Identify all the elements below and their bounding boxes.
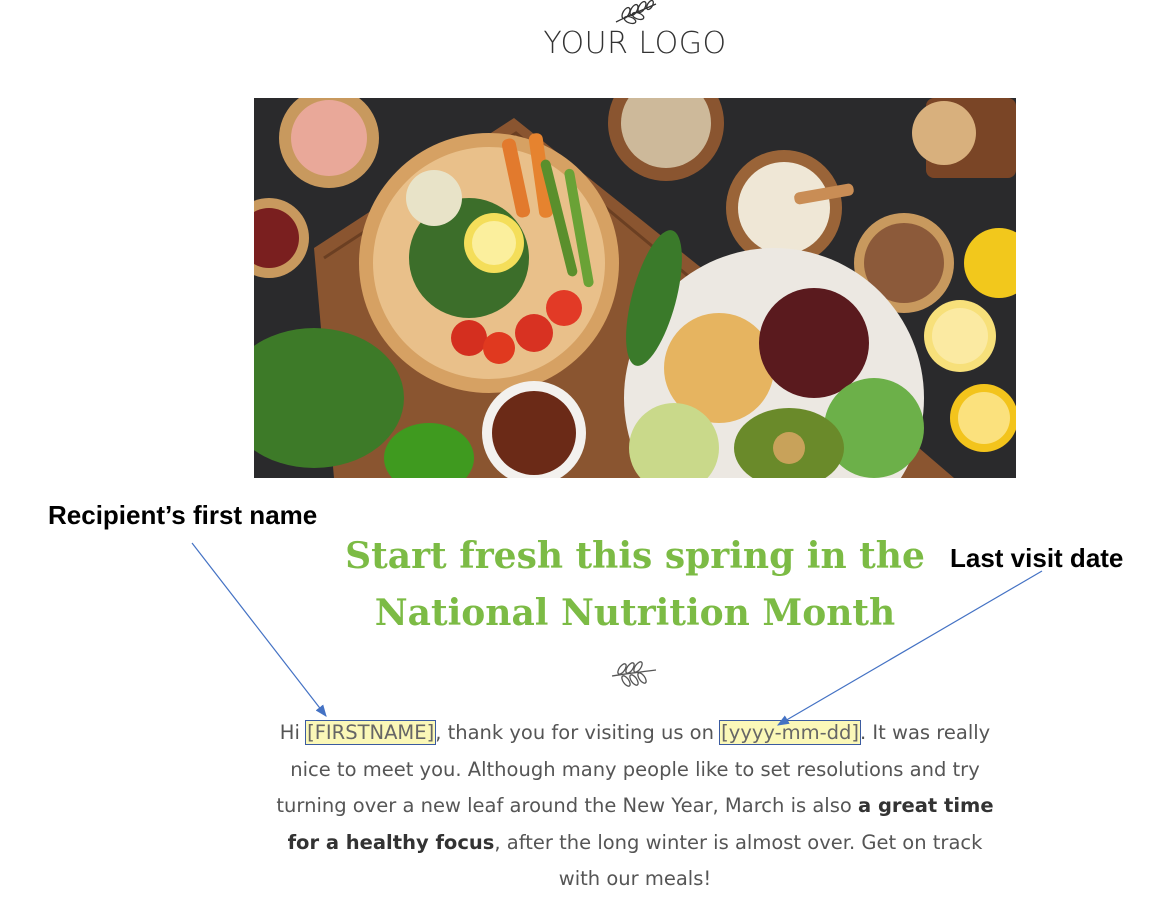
- headline: Start fresh this spring in the National …: [330, 528, 940, 642]
- leaf-branch-icon: [615, 0, 657, 25]
- leaf-branch-icon: [611, 661, 657, 687]
- food-bowls-image: [254, 98, 1016, 478]
- body-text-segment: , after the long winter is almost over. …: [494, 830, 983, 891]
- logo-text: YOUR LOGO: [543, 26, 727, 61]
- headline-line-1: Start fresh this spring in the: [345, 535, 925, 577]
- body-text-segment: , thank you for visiting us on: [435, 721, 714, 744]
- headline-line-2: National Nutrition Month: [374, 592, 896, 634]
- body-paragraph: Hi [FIRSTNAME], thank you for visiting u…: [270, 715, 1000, 898]
- annotation-arrow-first-name: [191, 542, 327, 717]
- date-merge-tag: [yyyy-mm-dd]: [719, 720, 862, 745]
- annotation-last-visit-label: Last visit date: [950, 543, 1124, 573]
- annotation-first-name-label: Recipient’s first name: [48, 500, 318, 530]
- firstname-merge-tag: [FIRSTNAME]: [305, 720, 437, 745]
- greeting-text: Hi: [279, 721, 300, 744]
